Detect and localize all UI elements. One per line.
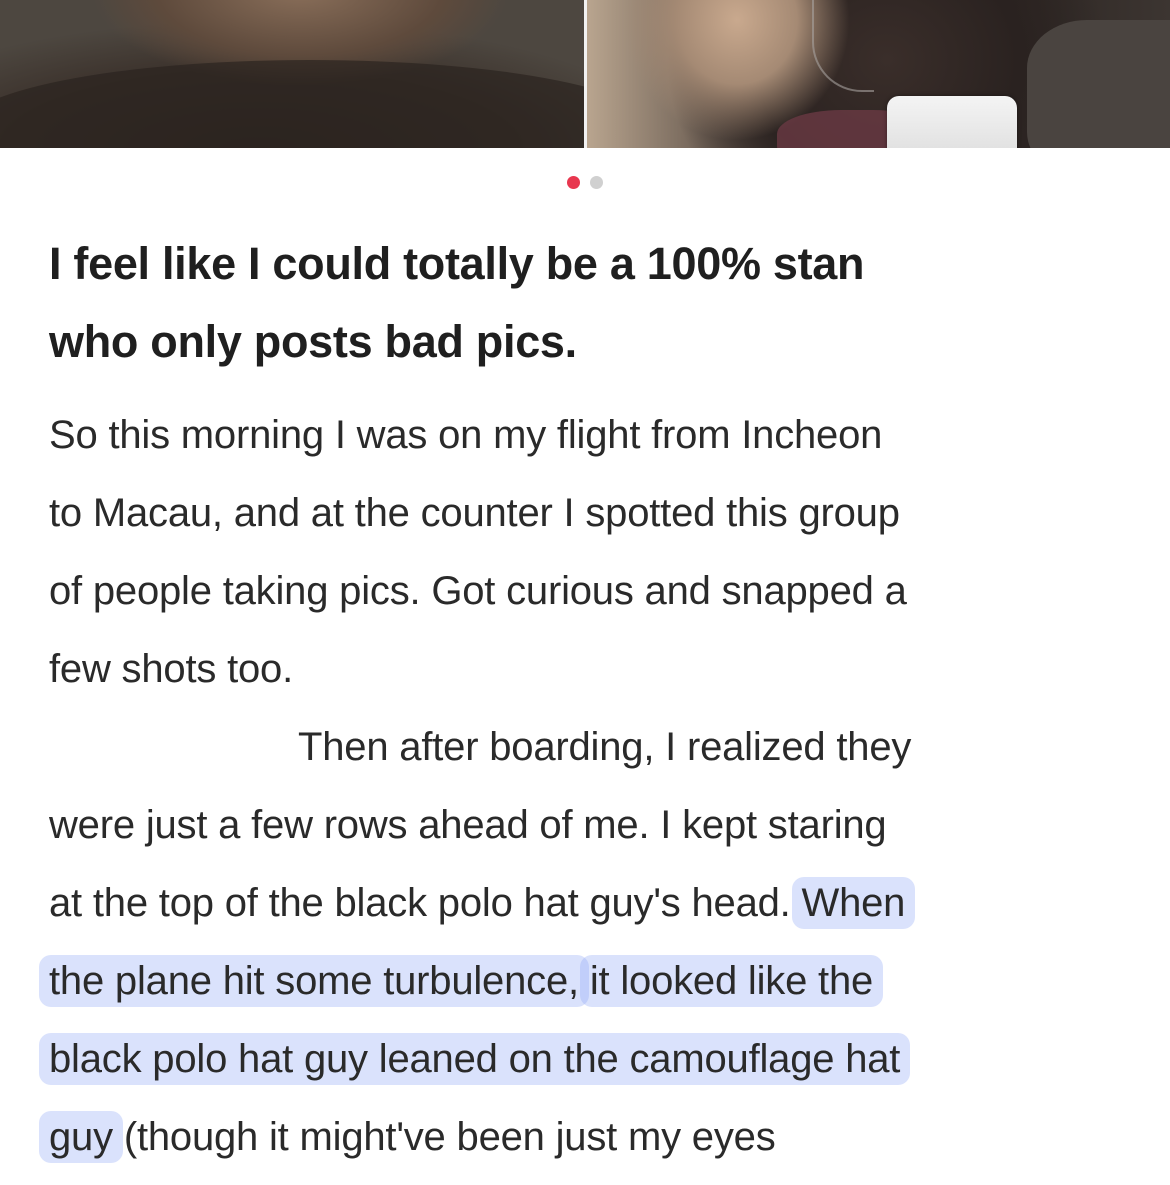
post-title-line-1: I feel like I could totally be a 100% st… xyxy=(49,238,865,289)
body-line: of people taking pics. Got curious and s… xyxy=(49,569,907,613)
body-line: the plane hit some turbulence, it looked… xyxy=(39,942,1139,1020)
highlighted-text: it looked like the xyxy=(579,955,884,1007)
photo-phone-detail xyxy=(887,96,1017,148)
body-text-segment: at the top of the black polo hat guy's h… xyxy=(49,881,802,925)
body-text-segment: (though it might've been just my eyes xyxy=(112,1115,776,1159)
post-page: I feel like I could totally be a 100% st… xyxy=(0,0,1170,1185)
highlighted-text: black polo hat guy leaned on the camoufl… xyxy=(39,1033,911,1085)
carousel-indicator xyxy=(0,176,1170,189)
body-line: were just a few rows ahead of me. I kept… xyxy=(49,803,887,847)
body-line: black polo hat guy leaned on the camoufl… xyxy=(39,1020,1139,1098)
post-body: So this morning I was on my flight from … xyxy=(39,396,1139,1176)
body-line: few shots too. xyxy=(49,647,293,691)
carousel-dot[interactable] xyxy=(590,176,603,189)
body-line: So this morning I was on my flight from … xyxy=(49,413,883,457)
photo-jacket-detail xyxy=(1027,20,1170,148)
carousel-dot-active[interactable] xyxy=(567,176,580,189)
body-line: Then after boarding, I realized they xyxy=(298,725,912,769)
photo-shadow xyxy=(0,60,584,148)
post-title: I feel like I could totally be a 100% st… xyxy=(49,225,1139,381)
photo-necklace-detail xyxy=(812,0,874,92)
gallery-photo-2[interactable] xyxy=(587,0,1170,148)
post-title-line-2: who only posts bad pics. xyxy=(49,316,577,367)
gallery-photo-1[interactable] xyxy=(0,0,584,148)
highlighted-text: guy xyxy=(39,1111,123,1163)
body-line: guy (though it might've been just my eye… xyxy=(39,1098,1139,1176)
body-line: at the top of the black polo hat guy's h… xyxy=(49,864,1139,942)
photo-gallery[interactable] xyxy=(0,0,1170,148)
highlighted-text: the plane hit some turbulence, xyxy=(39,955,589,1007)
highlighted-text: When xyxy=(791,877,916,929)
body-line: to Macau, and at the counter I spotted t… xyxy=(49,491,900,535)
